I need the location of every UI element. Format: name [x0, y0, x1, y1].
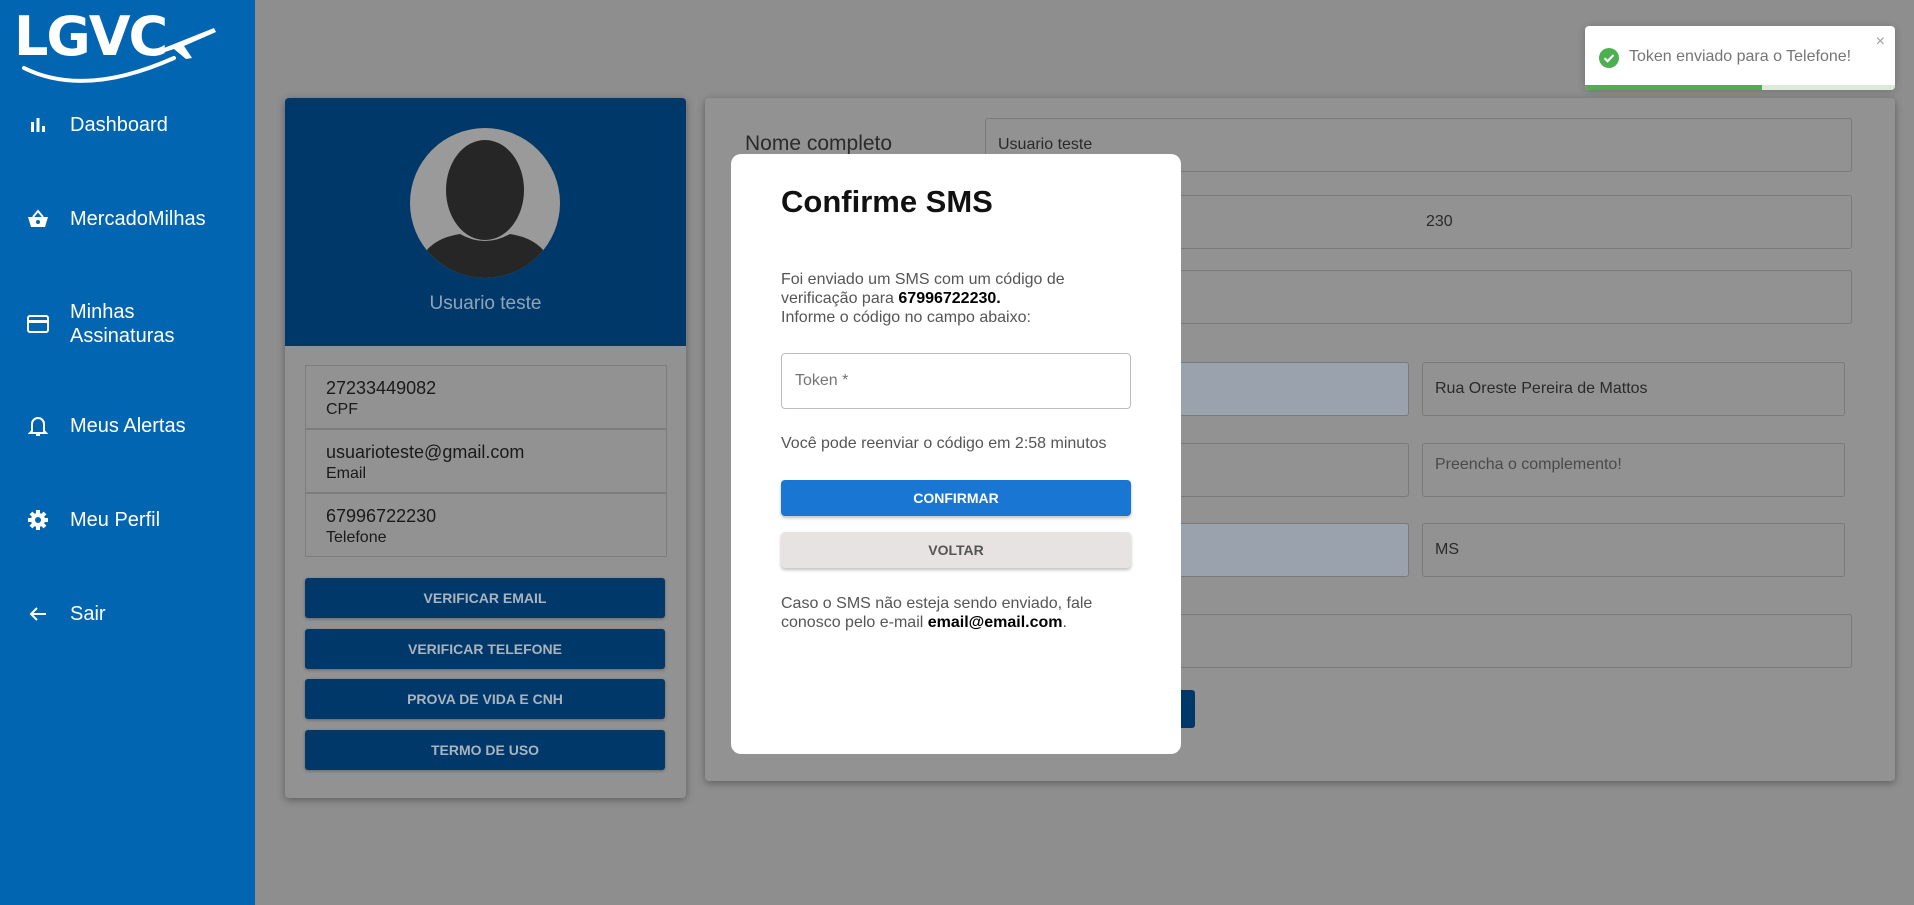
back-button[interactable]: VOLTAR — [781, 532, 1131, 568]
phone-value: 67996722230 — [326, 506, 437, 526]
sidebar-item-label: MercadoMilhas — [70, 208, 206, 230]
brand-name: LGVC — [14, 5, 168, 68]
state-field[interactable]: MS — [1422, 523, 1845, 577]
toast-progress-track — [1585, 85, 1895, 90]
profile-header: Usuario teste — [285, 98, 686, 346]
dialog-footer: Caso o SMS não esteja sendo enviado, fal… — [781, 594, 1141, 632]
profile-card: Usuario teste 27233449082 CPF usuariotes… — [285, 98, 686, 798]
confirm-sms-dialog: Confirme SMS Foi enviado um SMS com um c… — [731, 154, 1181, 754]
sidebar-item-label: Minhas Assinaturas — [70, 301, 175, 347]
toast-message: Token enviado para o Telefone! — [1629, 48, 1852, 65]
basket-icon — [26, 207, 50, 231]
avatar — [410, 128, 560, 278]
verify-phone-button[interactable]: VERIFICAR TELEFONE — [305, 629, 665, 669]
sidebar-item-meu-perfil[interactable]: Meu Perfil — [0, 490, 255, 550]
email-value: usuarioteste@gmail.com — [326, 442, 525, 462]
brand-logo[interactable]: LGVC — [14, 6, 219, 90]
support-email[interactable]: email@email.com — [928, 614, 1063, 631]
liveness-cnh-button[interactable]: PROVA DE VIDA E CNH — [305, 679, 665, 719]
cpf-value: 27233449082 — [326, 378, 437, 398]
bell-icon — [26, 414, 50, 438]
credit-card-icon — [26, 312, 50, 336]
dialog-title: Confirme SMS — [781, 184, 993, 219]
profile-name: Usuario teste — [429, 293, 542, 314]
email-info: usuarioteste@gmail.com Email — [305, 429, 667, 493]
sidebar-item-label: Sair — [70, 603, 106, 625]
sidebar-item-label: Meus Alertas — [70, 415, 186, 437]
phone-label: Telefone — [326, 529, 387, 546]
toast-progress-bar — [1585, 85, 1762, 90]
close-icon[interactable]: × — [1876, 33, 1885, 51]
desc-instruction: Informe o código no campo abaixo: — [781, 309, 1031, 326]
phone-info: 67996722230 Telefone — [305, 493, 667, 557]
terms-of-use-button[interactable]: TERMO DE USO — [305, 730, 665, 770]
sidebar-item-mercadomilhas[interactable]: MercadoMilhas — [0, 189, 255, 249]
desc-phone: 67996722230. — [898, 290, 1001, 307]
resend-countdown: Você pode reenviar o código em 2:58 minu… — [781, 435, 1107, 452]
sidebar-item-meus-alertas[interactable]: Meus Alertas — [0, 396, 255, 456]
arrow-left-icon — [26, 602, 50, 626]
sidebar: LGVC Dashboard MercadoMilhas Minhas Assi… — [0, 0, 255, 905]
footer-end: . — [1062, 614, 1067, 631]
email-label: Email — [326, 465, 367, 482]
bar-chart-icon — [26, 113, 50, 137]
token-input[interactable] — [781, 353, 1131, 409]
gear-icon — [26, 508, 50, 532]
sidebar-item-label: Dashboard — [70, 114, 168, 136]
confirm-button[interactable]: CONFIRMAR — [781, 480, 1131, 516]
cpf-label: CPF — [326, 401, 358, 418]
full-name-label: Nome completo — [745, 132, 893, 155]
success-toast: Token enviado para o Telefone! × — [1585, 26, 1895, 90]
check-circle-icon — [1599, 48, 1619, 68]
complement-field[interactable]: Preencha o complemento! — [1422, 443, 1845, 497]
sidebar-item-sair[interactable]: Sair — [0, 584, 255, 644]
sidebar-item-label: Meu Perfil — [70, 509, 161, 531]
cpf-info: 27233449082 CPF — [305, 365, 667, 429]
sidebar-item-dashboard[interactable]: Dashboard — [0, 95, 255, 155]
verify-email-button[interactable]: VERIFICAR EMAIL — [305, 578, 665, 618]
street-field[interactable]: Rua Oreste Pereira de Mattos — [1422, 362, 1845, 416]
dialog-description: Foi enviado um SMS com um código de veri… — [781, 270, 1141, 327]
sidebar-item-minhas-assinaturas[interactable]: Minhas Assinaturas — [0, 289, 255, 359]
